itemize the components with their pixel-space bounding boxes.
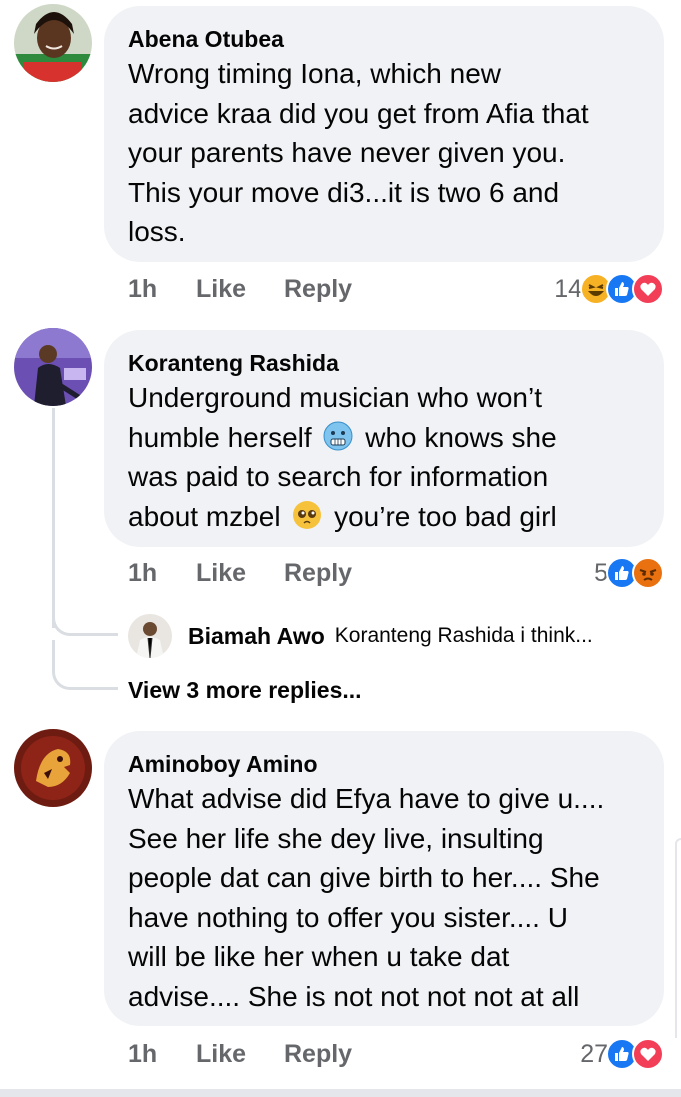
comment-text-segment: who knows she: [365, 421, 557, 453]
comment-text-line: What advise did Efya have to give u....: [128, 783, 605, 814]
reaction-count: 14: [554, 274, 582, 303]
overlay-edge: [675, 838, 681, 1038]
reaction-count: 27: [580, 1039, 608, 1068]
comment-text-line: about mzbel you’re too bad girl: [128, 497, 640, 537]
like-button[interactable]: Like: [196, 275, 284, 304]
comment-bubble: Koranteng Rashida Underground musician w…: [104, 330, 664, 547]
comment-text-line: Wrong timing Iona, which new: [128, 58, 501, 89]
reaction-summary[interactable]: 14: [554, 271, 664, 307]
avatar[interactable]: [128, 614, 172, 658]
comment-text-line: Underground musician who won’t: [128, 382, 542, 413]
reply-button[interactable]: Reply: [284, 275, 352, 304]
comment-text-segment: humble herself: [128, 421, 312, 453]
comment-actions: 1h Like Reply: [128, 555, 352, 591]
comment-timestamp[interactable]: 1h: [128, 275, 196, 304]
reaction-summary[interactable]: 27: [580, 1036, 664, 1072]
avatar[interactable]: [14, 4, 92, 82]
comment-timestamp[interactable]: 1h: [128, 559, 196, 588]
thread-line: [52, 408, 55, 628]
comment-text-line: people dat can give birth to her.... She: [128, 862, 600, 893]
comment-text-line: have nothing to offer you sister.... U: [128, 901, 568, 933]
comment-author[interactable]: Koranteng Rashida: [128, 348, 640, 378]
love-icon: [632, 273, 664, 305]
comment-bubble: Aminoboy Amino What advise did Efya have…: [104, 731, 664, 1026]
reply-button[interactable]: Reply: [284, 559, 352, 588]
comment-text-line: loss.: [128, 216, 186, 247]
comment-text-line: See her life she dey live, insulting: [128, 822, 544, 854]
comment-actions: 1h Like Reply: [128, 271, 352, 307]
pleading-face-emoji-icon: [292, 500, 322, 530]
like-button[interactable]: Like: [196, 559, 284, 588]
comment-text-segment: about mzbel: [128, 500, 281, 532]
comment-text-line: advice kraa did you get from Afia that: [128, 97, 589, 129]
comment-actions: 1h Like Reply: [128, 1036, 352, 1072]
cold-face-emoji-icon: [323, 421, 353, 451]
comment-author[interactable]: Aminoboy Amino: [128, 749, 640, 779]
comment-author[interactable]: Abena Otubea: [128, 24, 640, 54]
avatar[interactable]: [14, 729, 92, 807]
divider: [0, 1089, 681, 1097]
reply-button[interactable]: Reply: [284, 1040, 352, 1069]
reply-author[interactable]: Biamah Awo: [188, 623, 325, 650]
comment-text-line: advise.... She is not not not not at all: [128, 980, 580, 1012]
comment-text-line: your parents have never given you.: [128, 137, 566, 168]
view-more-replies-link[interactable]: View 3 more replies...: [128, 677, 362, 704]
comment-text-line: was paid to search for information: [128, 461, 549, 492]
angry-icon: [632, 557, 664, 589]
reaction-summary[interactable]: 5: [594, 555, 664, 591]
comment-text-line: humble herself who knows she: [128, 418, 640, 458]
comment-bubble: Abena Otubea Wrong timing Iona, which ne…: [104, 6, 664, 262]
like-button[interactable]: Like: [196, 1040, 284, 1069]
avatar[interactable]: [14, 328, 92, 406]
reply-snippet: Koranteng Rashida i think...: [334, 624, 593, 647]
thread-connector: [52, 640, 118, 690]
comment-text-line: will be like her when u take dat: [128, 941, 510, 972]
comment-text-line: This your move di3...it is two 6 and: [128, 176, 560, 208]
comment-text-segment: you’re too bad girl: [334, 500, 557, 532]
thread-connector: [52, 600, 118, 636]
reply-preview[interactable]: Biamah Awo Koranteng Rashida i think...: [128, 614, 593, 658]
love-icon: [632, 1038, 664, 1070]
comment-timestamp[interactable]: 1h: [128, 1040, 196, 1069]
